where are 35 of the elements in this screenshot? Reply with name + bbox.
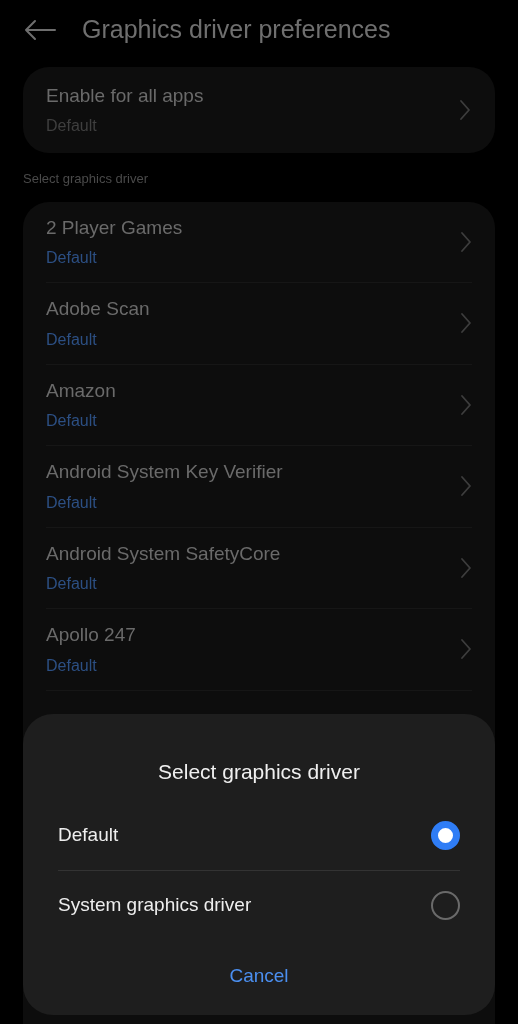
- chevron-right-icon: [460, 312, 472, 335]
- cancel-button[interactable]: Cancel: [217, 957, 301, 994]
- chevron-right-icon: [460, 638, 472, 661]
- chevron-right-icon: [460, 475, 472, 498]
- app-name: 2 Player Games: [46, 215, 183, 240]
- chevron-right-icon: [459, 99, 471, 121]
- chevron-right-icon: [460, 556, 472, 579]
- radio-button[interactable]: [431, 821, 460, 850]
- section-label: Select graphics driver: [23, 170, 149, 188]
- radio-button[interactable]: [431, 890, 460, 920]
- app-driver-value: Default: [46, 248, 98, 268]
- app-name: Android System SafetyCore: [46, 541, 281, 566]
- app-driver-value: Default: [46, 655, 98, 676]
- app-driver-value: Default: [46, 574, 98, 594]
- app-row[interactable]: Amazon Default: [46, 364, 472, 446]
- driver-option[interactable]: Default: [58, 801, 460, 871]
- driver-option[interactable]: System graphics driver: [58, 870, 460, 940]
- chevron-right-icon: [460, 230, 472, 253]
- app-name: Amazon: [46, 378, 116, 403]
- app-name: Android System Key Verifier: [46, 460, 283, 484]
- app-row[interactable]: Android System SafetyCore Default: [46, 527, 472, 609]
- chevron-right-icon: [460, 393, 472, 416]
- app-driver-value: Default: [46, 492, 98, 513]
- app-row[interactable]: Apollo 247 Default: [46, 609, 472, 691]
- app-driver-value: Default: [46, 411, 98, 431]
- back-arrow-icon[interactable]: [24, 19, 56, 41]
- app-row[interactable]: 2 Player Games Default: [46, 201, 472, 283]
- dialog-title: Select graphics driver: [158, 759, 360, 785]
- setting-title: Enable for all apps: [46, 84, 204, 109]
- app-row[interactable]: Android System Key Verifier Default: [46, 446, 472, 528]
- app-row[interactable]: Adobe Scan Default: [46, 283, 472, 365]
- page-title: Graphics driver preferences: [82, 14, 391, 46]
- app-name: Apollo 247: [46, 623, 136, 647]
- app-name: Adobe Scan: [46, 297, 150, 321]
- app-driver-value: Default: [46, 329, 98, 350]
